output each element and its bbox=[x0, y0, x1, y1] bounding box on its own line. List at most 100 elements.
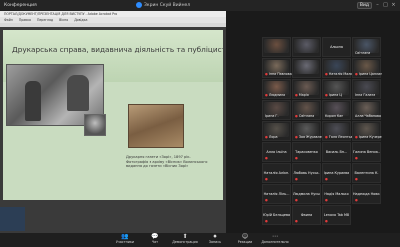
participant-name: ●Галя Леонтьєва bbox=[325, 135, 352, 139]
participant-name-text: Людмила bbox=[268, 93, 286, 97]
participants-gallery: Альона Світлана ●Інна Павлова ●Наталія Малк… bbox=[226, 11, 400, 233]
participant-tile[interactable]: ●Інна Павлова bbox=[262, 58, 292, 78]
participant-tile[interactable]: ●Ірина Кучеренко bbox=[352, 121, 382, 141]
participant-name: Кирил Кан bbox=[325, 114, 343, 118]
participant-tile[interactable]: Галина Вениа... ● bbox=[352, 142, 381, 162]
participant-tile[interactable]: Фаина ● bbox=[292, 205, 321, 225]
participant-name: Ірина Куриєва bbox=[323, 171, 350, 175]
mic-muted-icon: ● bbox=[355, 198, 358, 202]
toolbar-more-button[interactable]: ⋯ Дополнительно bbox=[261, 233, 289, 247]
toolbar-share-button[interactable]: ⬆ Демонстрация bbox=[172, 233, 197, 247]
participant-tile[interactable]: Ірина Г. bbox=[262, 100, 291, 120]
participant-tile[interactable]: ●Світлана bbox=[292, 100, 321, 120]
participant-name-text: Ірина Ц bbox=[328, 93, 342, 97]
view-button[interactable]: Вид bbox=[356, 2, 372, 9]
participant-tile[interactable]: Алла Чабанова bbox=[352, 100, 381, 120]
participant-name: ●Ірина Цаплина bbox=[355, 72, 382, 76]
mic-muted-icon: ● bbox=[265, 198, 268, 202]
participant-tile[interactable]: ●Марія bbox=[292, 79, 321, 99]
toolbar-label: Участники bbox=[115, 240, 135, 244]
meeting-info[interactable]: Зкрин Скуй Вийнел bbox=[136, 2, 190, 8]
maximize-icon[interactable]: □ bbox=[383, 3, 388, 8]
participant-name: ●Лора bbox=[265, 135, 278, 139]
meeting-toolbar: 👥 Участники 💬 Чат ⬆ Демонстрация ⏺ Запись ☺ Реакц… bbox=[0, 233, 400, 247]
mic-muted-icon: ● bbox=[325, 198, 328, 202]
participant-tile[interactable]: ●Наталія Малко bbox=[322, 58, 352, 78]
participant-tile[interactable]: Надія Малько ● bbox=[322, 184, 351, 204]
participant-name: ●Марія bbox=[295, 93, 309, 97]
toolbar-reactions-button[interactable]: ☺ Реакции bbox=[234, 233, 256, 247]
close-icon[interactable]: × bbox=[391, 3, 396, 8]
meeting-info-label: Зкрин Скуй Вийнел bbox=[144, 2, 191, 8]
participant-video bbox=[264, 39, 289, 53]
toolbar-participants-button[interactable]: 👥 Участники bbox=[114, 233, 136, 247]
more-icon: ⋯ bbox=[272, 233, 278, 240]
participant-tile[interactable]: ●Ірина Ц bbox=[322, 79, 351, 99]
participant-tile[interactable]: Інна Галата bbox=[352, 79, 381, 99]
participant-name: Наталія Ліль... bbox=[263, 192, 290, 196]
title-bar: Конференция Зкрин Скуй Вийнел Вид – □ × bbox=[0, 0, 400, 11]
slide-photo-portrait bbox=[84, 114, 106, 136]
mic-muted-icon: ● bbox=[295, 219, 298, 223]
participant-name-text: Алла Чабанова bbox=[355, 114, 382, 118]
participant-name: Альона bbox=[330, 45, 343, 49]
mic-muted-icon: ● bbox=[355, 135, 358, 139]
participant-tile[interactable]: ●Ірина Цаплина bbox=[352, 58, 382, 78]
participant-tile[interactable]: Валентина К. ● bbox=[352, 163, 381, 183]
figure-shape bbox=[67, 75, 89, 111]
participant-tile[interactable]: ●Лора bbox=[262, 121, 291, 141]
participant-tile[interactable]: Василь Вн... bbox=[322, 142, 351, 162]
participant-name: Алла Ільїна bbox=[266, 150, 287, 154]
participant-tile[interactable] bbox=[292, 58, 321, 78]
participant-name: Lenovo Tab M8 bbox=[323, 213, 350, 217]
toolbar-label: Дополнительно bbox=[261, 240, 289, 244]
participant-tile[interactable]: Тарасовенко ● bbox=[292, 142, 321, 162]
participant-video bbox=[294, 60, 319, 74]
participant-tile[interactable]: Любовь Нуськ. ● bbox=[292, 163, 321, 183]
mic-muted-icon: ● bbox=[265, 72, 268, 76]
participant-tile[interactable]: ●Людмила bbox=[262, 79, 291, 99]
participant-name: Валентина К. bbox=[354, 171, 379, 175]
mic-muted-icon: ● bbox=[295, 114, 298, 118]
participant-name-text: Галя Леонтьєва bbox=[328, 135, 352, 139]
participant-tile[interactable]: Надежда Нови... ● bbox=[352, 184, 381, 204]
taskbar-fragment bbox=[0, 207, 25, 231]
participant-tile[interactable]: Юрій Бельцева ● bbox=[262, 205, 291, 225]
minimize-icon[interactable]: – bbox=[375, 3, 380, 8]
participant-name-text: Зоя Журавлева bbox=[298, 135, 322, 139]
slide-title: Друкарська справа, видавнича діяльність … bbox=[12, 45, 240, 54]
mic-muted-icon: ● bbox=[325, 93, 328, 97]
toolbar-label: Чат bbox=[151, 240, 159, 244]
participant-tile[interactable]: Lenovo Tab M8 ● bbox=[322, 205, 351, 225]
shield-icon bbox=[136, 2, 142, 8]
participant-name: ●Інна Павлова bbox=[265, 72, 292, 76]
participant-tile[interactable]: Алла Ільїна ● bbox=[262, 142, 291, 162]
participant-tile[interactable]: ●Зоя Журавлева bbox=[292, 121, 322, 141]
toolbar-record-button[interactable]: ⏺ Запись bbox=[204, 233, 226, 247]
participant-tile[interactable]: Кирил Кан bbox=[322, 100, 351, 120]
participant-name: ●Зоя Журавлева bbox=[295, 135, 322, 139]
participant-tile[interactable]: Наталія Алікп. ● bbox=[262, 163, 291, 183]
mic-muted-icon: ● bbox=[295, 177, 298, 181]
participant-name: Василь Вн... bbox=[325, 150, 348, 154]
participant-tile[interactable]: Людмила Нуськ. ● bbox=[292, 184, 321, 204]
participant-name-text: Кирил Кан bbox=[325, 114, 344, 118]
participant-name: Інна Галата bbox=[355, 93, 375, 97]
mic-muted-icon: ● bbox=[325, 177, 328, 181]
share-icon: ⬆ bbox=[182, 233, 188, 240]
participant-tile[interactable] bbox=[262, 37, 291, 57]
participant-tile[interactable]: Світлана bbox=[352, 37, 381, 57]
participant-tile[interactable]: ●Галя Леонтьєва bbox=[322, 121, 352, 141]
participant-tile[interactable]: Ірина Куриєва ● bbox=[322, 163, 351, 183]
participant-name: ●Наталія Малко bbox=[325, 72, 352, 76]
participant-tile[interactable]: Наталія Ліль... ● bbox=[262, 184, 291, 204]
participant-tile[interactable] bbox=[292, 37, 321, 57]
mic-muted-icon: ● bbox=[265, 135, 268, 139]
participant-tile[interactable]: Альона bbox=[322, 37, 351, 57]
mic-muted-icon: ● bbox=[295, 135, 298, 139]
figure-shape bbox=[25, 81, 41, 121]
participant-name: ●Ірина Кучеренко bbox=[355, 135, 382, 139]
participant-name: Фаина bbox=[300, 213, 313, 217]
people-icon: 👥 bbox=[121, 233, 129, 240]
toolbar-chat-button[interactable]: 💬 Чат bbox=[144, 233, 166, 247]
